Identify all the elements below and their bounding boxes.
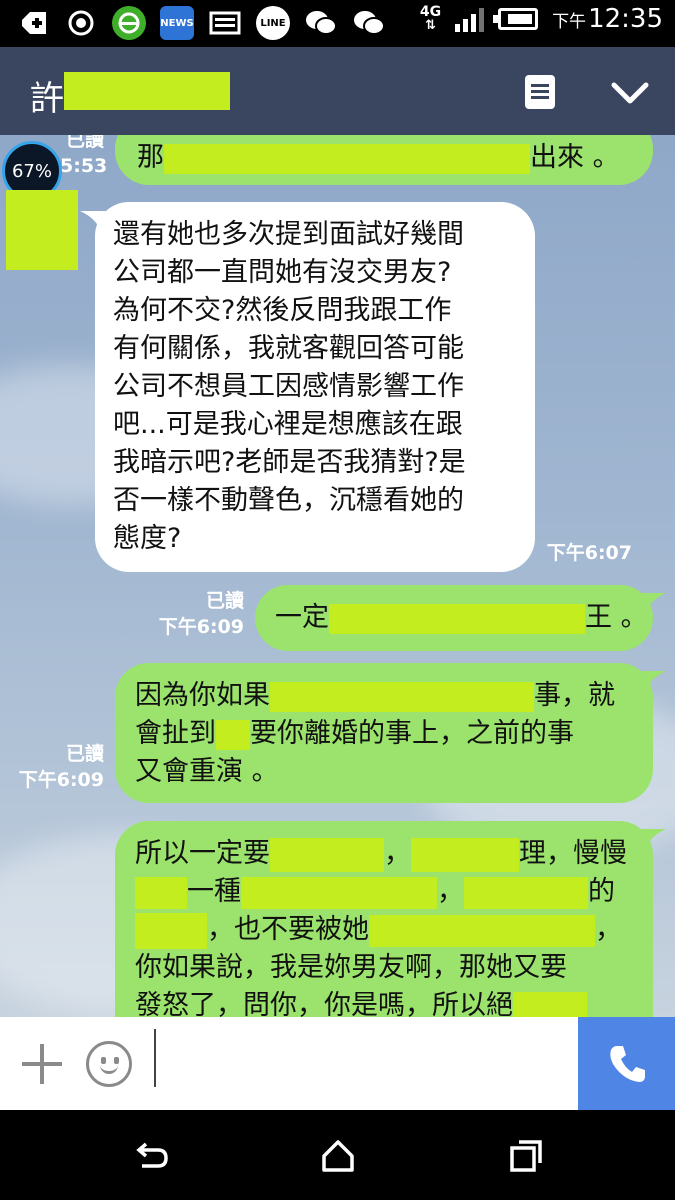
redaction-block [270, 837, 384, 872]
wechat-icon [352, 6, 386, 40]
contact-name[interactable]: 許 [30, 71, 64, 120]
message-bubble-outgoing[interactable]: 那出來 。 [115, 135, 653, 185]
network-type: 4G ⇅ [419, 4, 442, 33]
phone-icon [609, 1045, 645, 1082]
plus-icon[interactable] [22, 1044, 62, 1084]
redaction-block [464, 876, 588, 909]
line-icon: LINE [256, 6, 290, 40]
chat-header: 許 [0, 47, 675, 135]
redaction-block [270, 681, 534, 712]
redaction-block [241, 876, 437, 909]
message-meta: 已讀 下午6:09 [18, 743, 104, 791]
redaction-block [64, 72, 230, 110]
bubble-tail [80, 211, 110, 235]
message-bubble-outgoing[interactable]: 所以一定要，理，慢慢 一種，的 ，也不要被她， 你如果說，我是妳男友啊，那她又要… [115, 821, 653, 1017]
recents-icon[interactable] [506, 1136, 546, 1176]
notes-icon[interactable] [525, 75, 555, 109]
plus-icon [16, 6, 50, 40]
home-icon[interactable] [318, 1136, 358, 1176]
redaction-block [411, 837, 519, 872]
sync-icon [64, 6, 98, 40]
redaction-block [369, 914, 595, 947]
signal-icon [455, 6, 485, 32]
gallery-icon [208, 6, 242, 40]
message-bubble-outgoing[interactable]: 因為你如果 事，就 會扯到 要你離婚的事上，之前的事 又會重演 。 [115, 663, 653, 803]
bubble-tail [636, 829, 666, 853]
chevron-down-icon[interactable] [606, 69, 654, 117]
avatar[interactable] [6, 190, 78, 270]
redaction-block [216, 719, 250, 750]
battery-icon [493, 8, 539, 30]
message-bubble-incoming[interactable]: 還有她也多次提到面試好幾間 公司都一直問她有沒交男友? 為何不交?然後反問我跟工… [95, 202, 535, 572]
redaction-block [164, 143, 530, 174]
clock: 下午12:35 [552, 4, 663, 34]
message-meta: 已讀 5:53 [60, 135, 108, 177]
message-input-bar [0, 1017, 675, 1110]
redaction-block [135, 876, 187, 909]
redaction-block [135, 912, 207, 949]
status-indicators: 4G ⇅ 下午12:35 [420, 4, 663, 34]
message-meta: 已讀 下午6:09 [158, 590, 244, 638]
call-button[interactable] [578, 1017, 675, 1110]
news-icon: NEWS [160, 6, 194, 40]
wechat-icon [304, 6, 338, 40]
bubble-tail [636, 671, 666, 695]
message-bubble-outgoing[interactable]: 一定王 。 [255, 585, 653, 651]
back-icon[interactable] [130, 1136, 170, 1176]
status-bar: NEWS LINE 4G ⇅ 下午12:35 [0, 0, 675, 47]
redaction-block [329, 603, 585, 634]
chat-area[interactable]: 已讀 5:53 那出來 。 67% 還有她也多次提到面試好幾間 公司都一直問她有… [0, 135, 675, 1017]
browser-icon [112, 6, 146, 40]
bubble-tail [636, 593, 666, 617]
redaction-block [513, 991, 587, 1017]
news-label: NEWS [160, 17, 194, 29]
smiley-icon[interactable] [86, 1041, 132, 1087]
notification-icons: NEWS LINE [16, 6, 386, 40]
message-input[interactable] [154, 1029, 156, 1087]
line-label: LINE [260, 17, 286, 29]
system-nav-bar [0, 1110, 675, 1200]
message-time: 下午6:07 [546, 542, 632, 564]
